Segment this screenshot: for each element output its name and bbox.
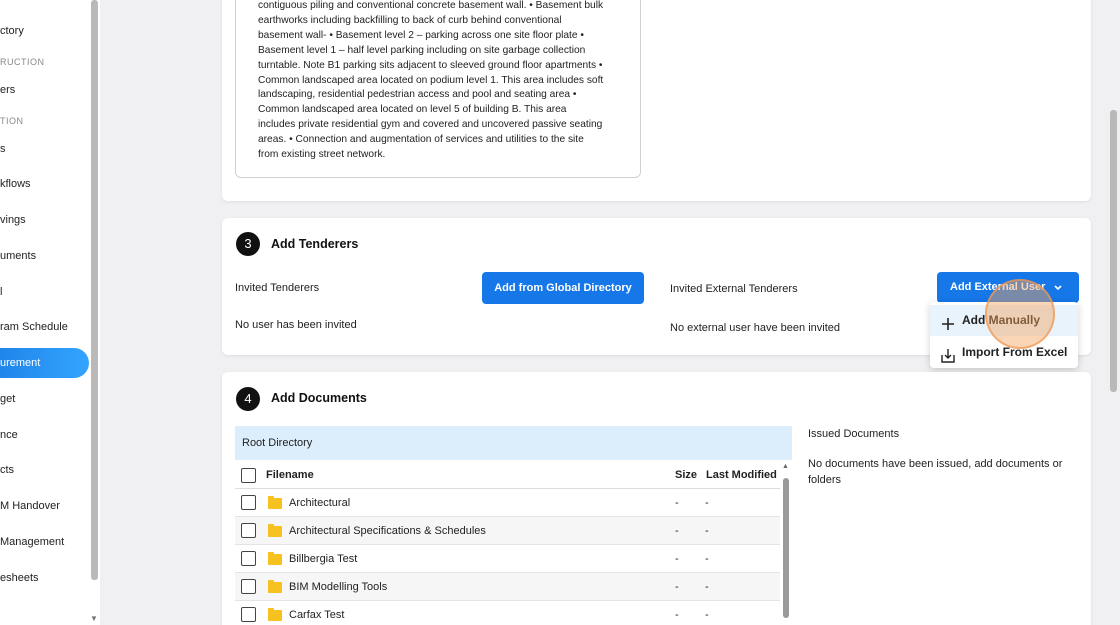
- no-external-invited-message: No external user have been invited: [670, 322, 840, 334]
- table-row[interactable]: BIM Modelling Tools - -: [235, 573, 780, 601]
- sidebar-item-management[interactable]: Management: [0, 536, 64, 548]
- row-filename[interactable]: Billbergia Test: [289, 545, 357, 573]
- import-icon: [940, 345, 956, 363]
- row-modified: -: [705, 525, 709, 537]
- documents-title: Add Documents: [271, 391, 367, 405]
- plus-icon: [940, 313, 956, 330]
- issued-documents-label: Issued Documents: [808, 428, 900, 440]
- scope-line: earthworks including backfilling to back…: [258, 14, 562, 26]
- scope-line: Basement level 1 – half level parking in…: [258, 44, 586, 56]
- scope-line: includes private residential gym and cov…: [258, 119, 603, 131]
- row-size: -: [675, 609, 679, 621]
- sidebar-item-program-schedule[interactable]: ram Schedule: [0, 321, 68, 333]
- table-row[interactable]: Architectural Specifications & Schedules…: [235, 517, 780, 545]
- scope-line: from existing street network.: [258, 149, 386, 161]
- scope-line: Common landscaped area located on level …: [258, 104, 567, 116]
- folder-icon: [268, 552, 282, 565]
- sidebar: ctory RUCTION ers TION s kflows vings um…: [0, 0, 100, 625]
- page-scrollbar[interactable]: [1110, 110, 1117, 392]
- root-directory-breadcrumb[interactable]: Root Directory: [235, 426, 792, 460]
- sidebar-item-rfis[interactable]: s: [0, 143, 6, 155]
- row-filename[interactable]: Architectural: [289, 489, 350, 517]
- row-modified: -: [705, 581, 709, 593]
- scope-line: turntable. Note B1 parking sits adjacent…: [258, 59, 603, 71]
- sidebar-item-drawings[interactable]: vings: [0, 214, 26, 226]
- table-row[interactable]: Billbergia Test - -: [235, 545, 780, 573]
- row-filename[interactable]: Architectural Specifications & Schedules: [289, 517, 486, 545]
- sidebar-scroll-down-icon[interactable]: ▼: [90, 614, 98, 623]
- scope-description-textarea[interactable]: contiguous piling and conventional concr…: [235, 0, 641, 178]
- sidebar-item-tenderers[interactable]: ers: [0, 84, 15, 96]
- scope-line: contiguous piling and conventional concr…: [258, 0, 604, 11]
- sidebar-section-construction: RUCTION: [0, 57, 45, 67]
- row-size: -: [675, 525, 679, 537]
- no-invited-message: No user has been invited: [235, 319, 357, 331]
- sidebar-item-finance[interactable]: nce: [0, 429, 18, 441]
- sidebar-item-documents[interactable]: uments: [0, 250, 36, 262]
- folder-icon: [268, 608, 282, 621]
- row-checkbox[interactable]: [241, 579, 256, 594]
- sidebar-item-workflows[interactable]: kflows: [0, 178, 31, 190]
- sidebar-item-mail[interactable]: l: [0, 286, 2, 298]
- scope-line: areas. • Connection and augmentation of …: [258, 134, 584, 146]
- sidebar-item-budget[interactable]: get: [0, 393, 15, 405]
- row-modified: -: [705, 553, 709, 565]
- add-from-global-directory-button[interactable]: Add from Global Directory: [482, 272, 644, 304]
- row-checkbox[interactable]: [241, 495, 256, 510]
- scope-card: contiguous piling and conventional concr…: [222, 0, 1091, 201]
- table-scrollbar[interactable]: [783, 478, 789, 618]
- tenderers-title: Add Tenderers: [271, 237, 359, 251]
- row-modified: -: [705, 609, 709, 621]
- folder-icon: [268, 580, 282, 593]
- table-scroll-up-icon[interactable]: ▲: [782, 463, 789, 470]
- sidebar-item-contacts[interactable]: cts: [0, 464, 14, 476]
- sidebar-item-directory[interactable]: ctory: [0, 25, 24, 37]
- row-size: -: [675, 553, 679, 565]
- scope-line: Common landscaped area located on podium…: [258, 74, 604, 86]
- last-modified-column-header[interactable]: Last Modified: [706, 469, 777, 481]
- sidebar-item-procurement[interactable]: urement: [0, 348, 89, 378]
- row-filename[interactable]: Carfax Test: [289, 601, 344, 625]
- invited-tenderers-label: Invited Tenderers: [235, 282, 320, 294]
- row-checkbox[interactable]: [241, 607, 256, 622]
- table-row[interactable]: Architectural - -: [235, 489, 780, 517]
- click-highlight: [985, 279, 1055, 349]
- sidebar-item-timesheets[interactable]: esheets: [0, 572, 39, 584]
- step-number-3: 3: [236, 232, 260, 256]
- sidebar-item-fm-handover[interactable]: M Handover: [0, 500, 60, 512]
- folder-icon: [268, 496, 282, 509]
- invited-external-tenderers-label: Invited External Tenderers: [670, 283, 798, 295]
- row-size: -: [675, 581, 679, 593]
- row-checkbox[interactable]: [241, 551, 256, 566]
- select-all-checkbox[interactable]: [241, 468, 256, 483]
- folder-icon: [268, 524, 282, 537]
- row-modified: -: [705, 497, 709, 509]
- sidebar-scrollbar[interactable]: [91, 0, 98, 580]
- no-issued-documents-message: No documents have been issued, add docum…: [808, 458, 1063, 486]
- scope-line: landscaping, residential pedestrian acce…: [258, 89, 577, 101]
- step-number-4: 4: [236, 387, 260, 411]
- filename-column-header[interactable]: Filename: [266, 469, 314, 481]
- row-filename[interactable]: BIM Modelling Tools: [289, 573, 387, 601]
- size-column-header[interactable]: Size: [675, 469, 697, 481]
- scope-line: basement wall- • Basement level 2 – park…: [258, 29, 584, 41]
- sidebar-section-administration: TION: [0, 116, 24, 126]
- table-row[interactable]: Carfax Test - -: [235, 601, 780, 625]
- row-size: -: [675, 497, 679, 509]
- row-checkbox[interactable]: [241, 523, 256, 538]
